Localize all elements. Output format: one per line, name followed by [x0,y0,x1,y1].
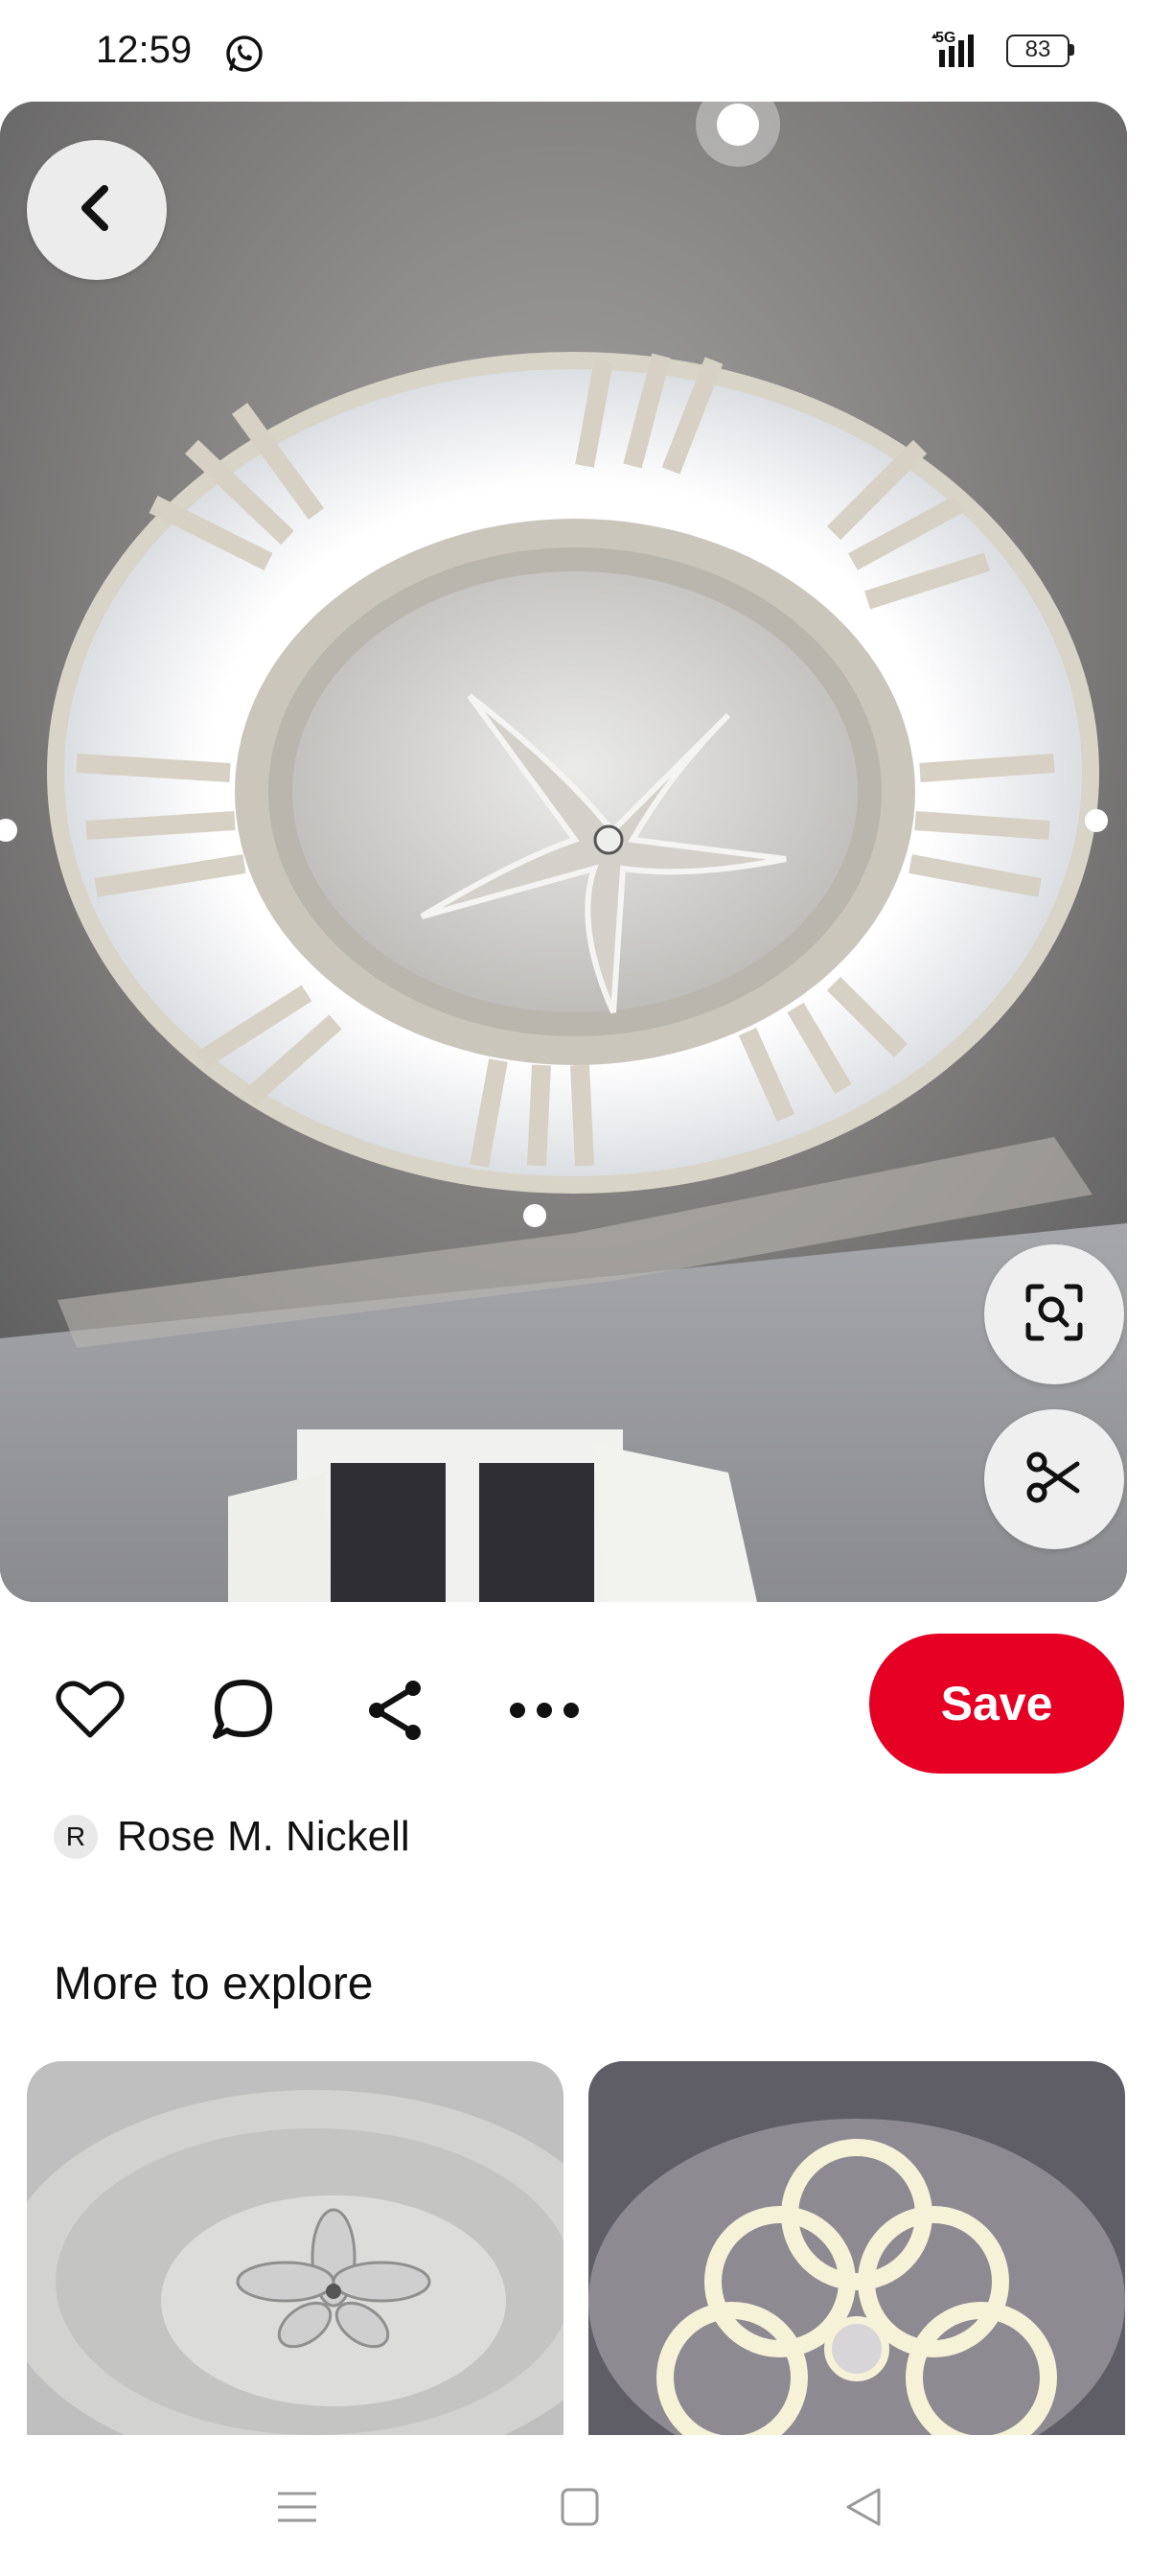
creator-name[interactable]: Rose M. Nickell [117,1813,410,1861]
avatar[interactable]: R [54,1815,98,1859]
menu-icon[interactable] [264,2473,331,2541]
back-triangle-icon[interactable] [830,2473,897,2541]
network-type-label: 5G [935,30,955,46]
home-square-icon[interactable] [546,2473,613,2541]
section-title: More to explore [54,1959,374,2009]
more-icon[interactable] [506,1672,583,1749]
creator-row[interactable]: R Rose M. Nickell [54,1810,410,1864]
whatsapp-icon [223,33,265,75]
comment-icon[interactable] [205,1672,282,1749]
explore-item-2[interactable] [588,2061,1125,2435]
status-time: 12:59 [96,29,193,71]
battery-icon: 83 [1006,35,1075,67]
visual-search-button[interactable] [984,1244,1124,1384]
status-bar: 12:59 5G 83 [0,0,1150,102]
scissors-button[interactable] [984,1409,1124,1549]
system-nav-bar [0,2435,1150,2576]
explore-item-1[interactable] [27,2061,564,2435]
visual-search-icon [1021,1279,1088,1351]
back-button[interactable] [27,140,167,280]
pin-image[interactable] [0,102,1127,1602]
share-icon[interactable] [358,1672,435,1749]
heart-icon[interactable] [52,1672,128,1749]
battery-level: 83 [1024,36,1051,62]
scissors-icon [1024,1447,1085,1513]
signal-icon: 5G [930,29,983,73]
save-button[interactable]: Save [869,1634,1124,1774]
back-arrow-icon [68,179,126,242]
